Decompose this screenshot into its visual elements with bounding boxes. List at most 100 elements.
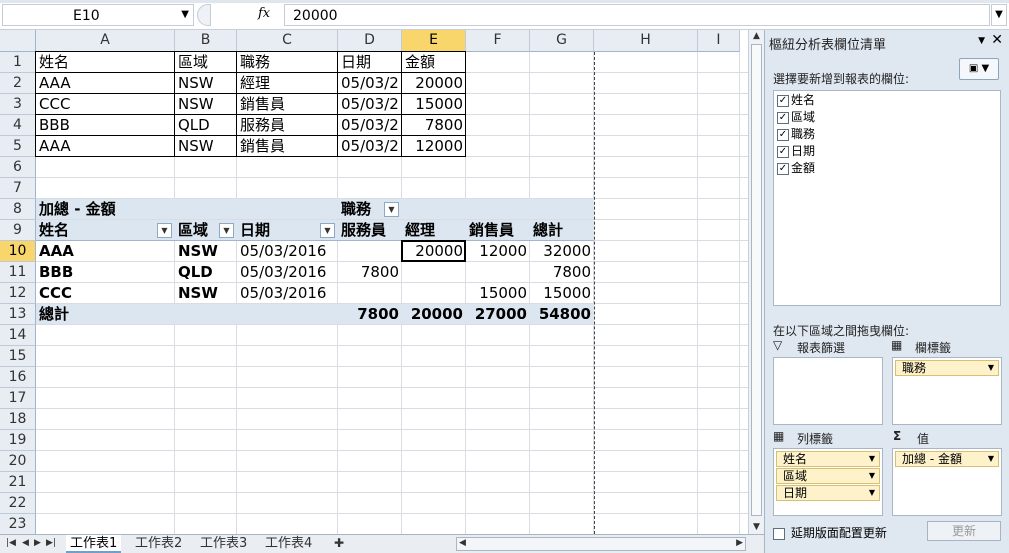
pivot-data-cell[interactable]: 7800: [530, 262, 594, 283]
row-header-13[interactable]: 13: [0, 304, 36, 325]
row-header-1[interactable]: 1: [0, 52, 36, 73]
checkbox-checked-icon[interactable]: ✓: [777, 145, 789, 158]
column-labels-zone[interactable]: 職務 ▼: [892, 357, 1002, 425]
scroll-up-icon[interactable]: ▲: [751, 31, 762, 41]
close-icon[interactable]: ✕: [991, 32, 1003, 48]
row-header-4[interactable]: 4: [0, 115, 36, 136]
source-header-cell[interactable]: 職務: [237, 52, 338, 73]
sheet-tab-4[interactable]: 工作表4: [261, 535, 316, 553]
sheet-tab-3[interactable]: 工作表3: [196, 535, 251, 553]
pivot-data-cell[interactable]: AAA: [36, 241, 175, 262]
expand-formula-bar-icon[interactable]: ▼: [991, 4, 1007, 26]
insert-sheet-icon[interactable]: ✚: [334, 536, 344, 550]
source-data-cell[interactable]: NSW: [175, 136, 237, 157]
last-sheet-icon[interactable]: ▶|: [46, 538, 56, 548]
source-data-cell[interactable]: QLD: [175, 115, 237, 136]
source-data-cell[interactable]: 銷售員: [237, 94, 338, 115]
pivot-data-cell[interactable]: 05/03/2016: [237, 283, 338, 304]
filter-zone[interactable]: [773, 357, 883, 425]
field-item[interactable]: ✓ 姓名: [777, 93, 815, 109]
pivot-column-header[interactable]: 總計: [530, 220, 594, 241]
row-header-21[interactable]: 21: [0, 472, 36, 493]
pivot-data-cell[interactable]: CCC: [36, 283, 175, 304]
field-item[interactable]: ✓ 區域: [777, 110, 815, 126]
row-header-22[interactable]: 22: [0, 493, 36, 514]
checkbox-icon[interactable]: [773, 527, 785, 540]
row-header-6[interactable]: 6: [0, 157, 36, 178]
field-item[interactable]: ✓ 日期: [777, 144, 815, 160]
source-data-cell[interactable]: 經理: [237, 73, 338, 94]
column-header-h[interactable]: H: [594, 30, 698, 52]
chevron-down-icon[interactable]: ▼: [181, 9, 189, 20]
pivot-data-cell[interactable]: NSW: [175, 241, 237, 262]
source-data-cell[interactable]: 15000: [402, 94, 466, 115]
values-zone[interactable]: 加總 - 金額 ▼: [892, 448, 1002, 516]
pivot-data-cell[interactable]: 12000: [466, 241, 530, 262]
field-chip[interactable]: 日期 ▼: [776, 485, 880, 501]
pivot-data-cell[interactable]: [466, 262, 530, 283]
select-all-button[interactable]: [0, 30, 36, 52]
source-data-cell[interactable]: 05/03/2: [338, 94, 402, 115]
scroll-left-icon[interactable]: ◀: [459, 538, 466, 548]
column-header-a[interactable]: A: [36, 30, 175, 52]
column-header-c[interactable]: C: [237, 30, 338, 52]
update-button[interactable]: 更新: [927, 521, 1001, 541]
row-header-20[interactable]: 20: [0, 451, 36, 472]
row-header-9[interactable]: 9: [0, 220, 36, 241]
chevron-down-icon[interactable]: ▼: [988, 361, 994, 375]
pivot-total-cell[interactable]: [237, 304, 338, 325]
row-header-2[interactable]: 2: [0, 73, 36, 94]
scroll-right-icon[interactable]: ▶: [736, 538, 743, 548]
source-data-cell[interactable]: 05/03/2: [338, 115, 402, 136]
name-box[interactable]: E10 ▼: [2, 4, 194, 26]
sheet-tab-1[interactable]: 工作表1: [66, 535, 122, 553]
scroll-down-icon[interactable]: ▼: [751, 522, 762, 532]
column-header-f[interactable]: F: [466, 30, 530, 52]
pivot-total-cell[interactable]: 7800: [338, 304, 402, 325]
pivot-total-cell[interactable]: [175, 304, 237, 325]
chevron-down-icon[interactable]: ▼: [869, 486, 875, 500]
pivot-data-cell[interactable]: 7800: [338, 262, 402, 283]
filter-dropdown-icon[interactable]: ▼: [219, 223, 234, 238]
sheet-tab-2[interactable]: 工作表2: [131, 535, 186, 553]
row-header-15[interactable]: 15: [0, 346, 36, 367]
source-data-cell[interactable]: 05/03/2: [338, 136, 402, 157]
row-header-10[interactable]: 10: [0, 241, 36, 262]
source-header-cell[interactable]: 區域: [175, 52, 237, 73]
vertical-scrollbar[interactable]: ▲ ▼: [748, 30, 764, 534]
pivot-data-cell[interactable]: BBB: [36, 262, 175, 283]
formula-input[interactable]: 20000: [284, 4, 990, 26]
source-data-cell[interactable]: 20000: [402, 73, 466, 94]
pivot-column-header[interactable]: 銷售員: [466, 220, 530, 241]
source-data-cell[interactable]: 7800: [402, 115, 466, 136]
pivot-data-cell[interactable]: 32000: [530, 241, 594, 262]
pivot-total-cell[interactable]: 54800: [530, 304, 594, 325]
worksheet-grid[interactable]: ABCDEFGHI 1 2 3 4 5 6 7 8 9 10 11 12 13 14 15 16 17 18 19 2…: [0, 30, 748, 534]
source-data-cell[interactable]: 服務員: [237, 115, 338, 136]
pivot-data-cell[interactable]: [338, 241, 402, 262]
source-data-cell[interactable]: AAA: [36, 136, 175, 157]
first-sheet-icon[interactable]: |◀: [6, 538, 16, 548]
pivot-total-cell[interactable]: 20000: [402, 304, 466, 325]
column-header-e[interactable]: E: [402, 30, 466, 52]
pivot-data-cell[interactable]: NSW: [175, 283, 237, 304]
function-icon[interactable]: fx: [258, 6, 270, 21]
row-header-3[interactable]: 3: [0, 94, 36, 115]
source-data-cell[interactable]: 12000: [402, 136, 466, 157]
row-header-23[interactable]: 23: [0, 514, 36, 534]
panel-menu-icon[interactable]: ▼: [978, 36, 985, 46]
column-header-b[interactable]: B: [175, 30, 237, 52]
pivot-row-header[interactable]: 姓名: [36, 220, 175, 241]
field-item[interactable]: ✓ 職務: [777, 127, 815, 143]
checkbox-checked-icon[interactable]: ✓: [777, 162, 789, 175]
pivot-data-cell[interactable]: QLD: [175, 262, 237, 283]
source-data-cell[interactable]: 銷售員: [237, 136, 338, 157]
pivot-data-cell[interactable]: [338, 283, 402, 304]
source-header-cell[interactable]: 姓名: [36, 52, 175, 73]
field-chip[interactable]: 加總 - 金額 ▼: [895, 451, 999, 467]
row-header-18[interactable]: 18: [0, 409, 36, 430]
row-header-14[interactable]: 14: [0, 325, 36, 346]
pivot-column-header[interactable]: 經理: [402, 220, 466, 241]
row-header-19[interactable]: 19: [0, 430, 36, 451]
prev-sheet-icon[interactable]: ◀: [22, 538, 29, 548]
